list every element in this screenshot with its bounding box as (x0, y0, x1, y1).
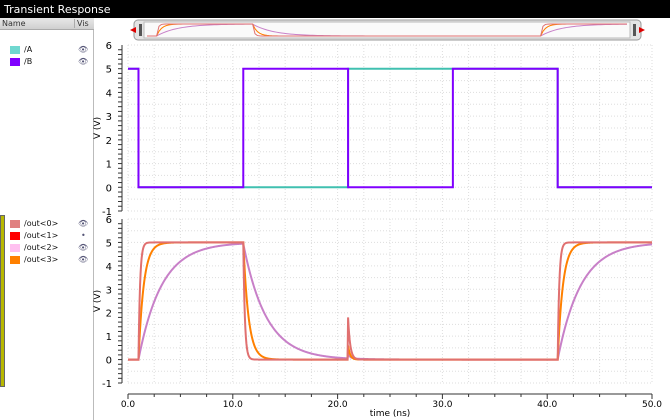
left-handle[interactable] (139, 24, 142, 36)
y-tick-label: 3 (106, 285, 112, 296)
y-tick-label: 0 (106, 183, 112, 194)
x-axis-label: time (ns) (370, 409, 411, 419)
scroll-right-icon[interactable] (639, 27, 645, 33)
waveform-chart: -10123456V (V) -10123456V (V)0.0 10.0 20.0… (93, 19, 662, 419)
x-tick-label: 10.0 (223, 400, 243, 410)
y-tick-label: 1 (106, 160, 112, 171)
y-tick-label: 5 (106, 238, 112, 249)
y-tick-label: -1 (102, 379, 112, 390)
x-tick-label: 30.0 (432, 400, 452, 410)
overview-scrollbar[interactable] (130, 19, 645, 41)
y-tick-label: 4 (106, 262, 112, 273)
y-tick-label: 3 (106, 112, 112, 123)
y-axis-label: V (V) (93, 290, 103, 312)
y-tick-label: 6 (106, 41, 112, 52)
scroll-left-icon[interactable] (130, 27, 136, 33)
x-tick-label: 40.0 (537, 400, 557, 410)
y-tick-label: 5 (106, 65, 112, 76)
x-tick-label: 20.0 (328, 400, 348, 410)
y-axis-label: V (V) (93, 117, 103, 139)
y-tick-label: 1 (106, 332, 112, 343)
right-handle[interactable] (633, 24, 636, 36)
y-tick-label: 2 (106, 136, 112, 147)
x-tick-label: 50.0 (642, 400, 662, 410)
y-tick-label: 4 (106, 88, 112, 99)
y-tick-label: 2 (106, 309, 112, 320)
y-tick-label: 0 (106, 356, 112, 367)
y-tick-label: 6 (106, 215, 112, 226)
x-tick-label: 0.0 (121, 400, 136, 410)
